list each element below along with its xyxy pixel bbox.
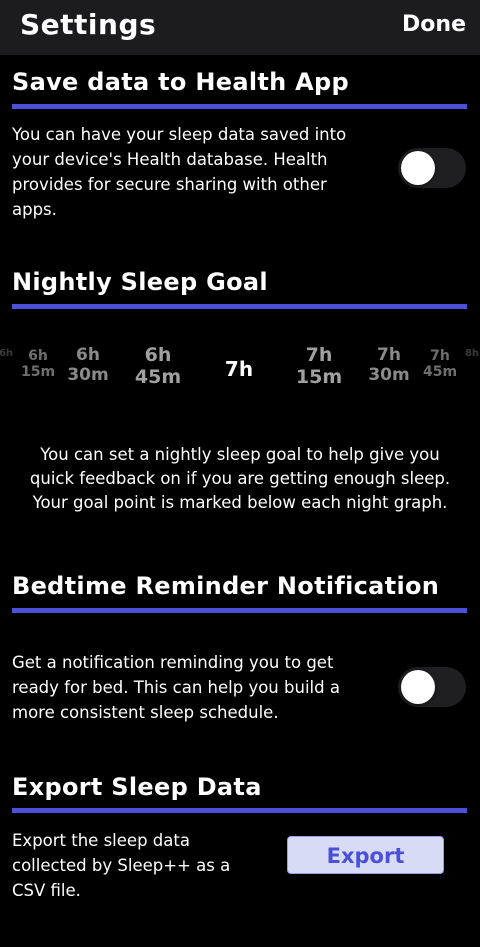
picker-item-hours: 6h	[0, 348, 14, 359]
export-button[interactable]: Export	[287, 836, 444, 874]
sleep-goal-picker[interactable]: 6h 6h 15m 6h 30m 6h 45m 7h 7h 15m 7h 30m…	[0, 330, 480, 410]
picker-item-minutes: 15m	[20, 364, 56, 381]
picker-item-hours: 7h	[224, 357, 254, 381]
health-toggle[interactable]	[398, 148, 466, 188]
export-section-title: Export Sleep Data	[12, 773, 262, 801]
done-button[interactable]: Done	[402, 12, 466, 37]
reminder-section-title: Bedtime Reminder Notification	[12, 572, 440, 600]
health-section-divider	[12, 104, 467, 109]
picker-item-hours: 6h	[76, 345, 100, 365]
picker-item-6h-30m[interactable]: 6h 30m	[67, 345, 109, 385]
health-description: You can have your sleep data saved into …	[12, 125, 347, 219]
picker-item-6h[interactable]: 6h	[0, 348, 13, 360]
picker-item-7h-selected[interactable]: 7h	[225, 358, 253, 381]
picker-item-minutes: 45m	[422, 364, 458, 381]
picker-item-hours: 7h	[305, 344, 333, 366]
picker-item-minutes: 30m	[368, 364, 410, 385]
picker-item-7h-15m[interactable]: 7h 15m	[295, 344, 343, 389]
picker-item-8h[interactable]: 8h	[465, 348, 479, 360]
goal-description: You can set a nightly sleep goal to help…	[29, 445, 451, 512]
reminder-section-divider	[12, 608, 467, 613]
picker-item-6h-15m[interactable]: 6h 15m	[21, 348, 55, 380]
reminder-description: Get a notification reminding you to get …	[12, 653, 340, 722]
page-title: Settings	[20, 8, 157, 41]
reminder-toggle-knob	[401, 670, 435, 704]
picker-item-hours: 6h	[144, 344, 172, 366]
health-section-title: Save data to Health App	[12, 68, 350, 96]
picker-item-hours: 8h	[464, 348, 480, 359]
picker-item-7h-45m[interactable]: 7h 45m	[423, 348, 457, 380]
picker-item-hours: 7h	[377, 345, 401, 365]
export-description: Export the sleep data collected by Sleep…	[12, 831, 231, 900]
nav-bar: Settings Done	[0, 0, 480, 55]
export-section-divider	[12, 808, 467, 813]
picker-item-minutes: 30m	[67, 364, 109, 385]
picker-item-hours: 7h	[430, 348, 450, 364]
goal-section-title: Nightly Sleep Goal	[12, 268, 268, 296]
health-toggle-knob	[401, 151, 435, 185]
picker-item-6h-45m[interactable]: 6h 45m	[134, 344, 182, 389]
reminder-toggle[interactable]	[398, 667, 466, 707]
picker-item-7h-30m[interactable]: 7h 30m	[368, 345, 410, 385]
goal-section-divider	[12, 304, 467, 309]
picker-item-hours: 6h	[28, 348, 48, 364]
picker-item-minutes: 15m	[295, 365, 343, 388]
picker-item-minutes: 45m	[134, 365, 182, 388]
